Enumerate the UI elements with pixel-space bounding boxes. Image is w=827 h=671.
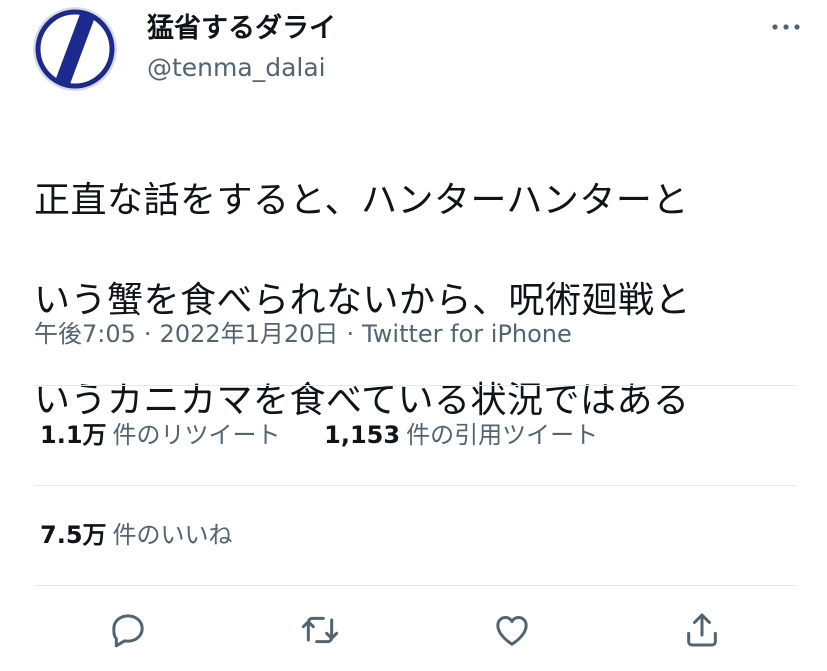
stats-row-likes: 7.5万 件のいいね — [40, 517, 233, 553]
tweet-text-line: 正直な話をすると、ハンターハンターと — [34, 180, 689, 221]
divider — [34, 385, 796, 386]
quotes-label: 件の引用ツイート — [406, 421, 599, 449]
avatar[interactable] — [33, 7, 117, 91]
avatar-slash-logo-icon — [33, 7, 117, 91]
tweet-date: 2022年1月20日 — [159, 320, 339, 348]
tweet-time: 午後7:05 — [34, 320, 136, 348]
divider — [34, 485, 796, 486]
display-name[interactable]: 猛省するダライ — [147, 11, 336, 47]
meta-separator: · — [143, 320, 152, 348]
quotes-count: 1,153 — [324, 421, 401, 449]
stats-row-shares: 1.1万 件のリツイート 1,153 件の引用ツイート — [40, 417, 598, 453]
reply-icon[interactable] — [108, 610, 148, 650]
likes-count: 7.5万 — [40, 521, 107, 549]
tweet-source-link[interactable]: Twitter for iPhone — [362, 320, 572, 348]
likes-stat[interactable]: 7.5万 件のいいね — [40, 517, 233, 553]
tweet-header: 猛省するダライ @tenma_dalai — [33, 7, 803, 92]
quotes-stat[interactable]: 1,153 件の引用ツイート — [324, 417, 598, 453]
author-names: 猛省するダライ @tenma_dalai — [147, 11, 336, 85]
retweets-label: 件のリツイート — [112, 421, 281, 449]
action-bar — [0, 600, 827, 660]
tweet-meta: 午後7:05 · 2022年1月20日 · Twitter for iPhone — [34, 316, 572, 352]
retweet-icon[interactable] — [300, 610, 340, 650]
share-icon[interactable] — [682, 610, 722, 650]
handle[interactable]: @tenma_dalai — [147, 51, 336, 85]
likes-label: 件のいいね — [112, 521, 233, 549]
more-options-icon[interactable] — [769, 15, 803, 39]
tweet-time-link[interactable]: 午後7:05 · 2022年1月20日 — [34, 320, 338, 348]
retweets-count: 1.1万 — [40, 421, 107, 449]
meta-separator: · — [346, 320, 355, 348]
like-icon[interactable] — [492, 610, 532, 650]
retweets-stat[interactable]: 1.1万 件のリツイート — [40, 417, 281, 453]
divider — [34, 585, 796, 586]
tweet-detail: 猛省するダライ @tenma_dalai 正直な話をすると、ハンターハンターと … — [0, 0, 827, 671]
